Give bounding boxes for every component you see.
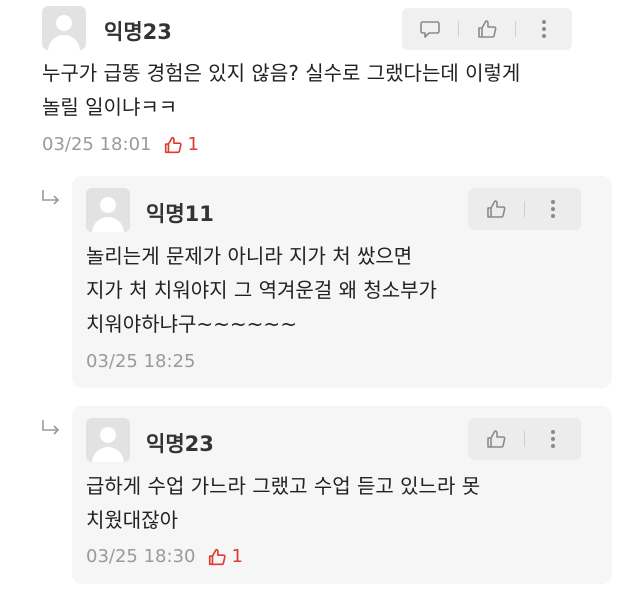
comment-actions: [402, 8, 572, 50]
reply-item: 익명11 놀리는게 문제가 아니라 지가 처 쌌으면 지가 처 치워야지 그 역…: [72, 176, 612, 388]
comment-meta: 03/25 18:01 1: [42, 134, 199, 155]
speech-bubble-icon: [420, 21, 440, 38]
reply-text-line: 지가 처 치워야지 그 역겨운걸 왜 청소부가: [86, 278, 437, 302]
reply-arrow-icon: [42, 190, 60, 205]
reply-text-line: 치웠대잖아: [86, 508, 178, 532]
like-button[interactable]: [459, 8, 515, 50]
more-vertical-icon: [551, 430, 555, 448]
author-name[interactable]: 익명23: [104, 16, 172, 46]
reply-meta: 03/25 18:25: [86, 351, 195, 372]
timestamp: 03/25 18:25: [86, 351, 196, 372]
avatar[interactable]: [42, 6, 86, 50]
reply-meta: 03/25 18:30 1: [86, 546, 243, 567]
avatar[interactable]: [86, 418, 130, 462]
like-count[interactable]: 1: [207, 546, 243, 567]
like-button[interactable]: [468, 188, 524, 230]
thumbs-up-icon: [209, 548, 227, 565]
reply-text-line: 치워야하냐구~~~~~~: [86, 312, 297, 336]
reply-text-line: 급하게 수업 가느라 그랬고 수업 듣고 있느라 못: [86, 474, 481, 498]
thumbs-up-icon: [487, 200, 506, 218]
more-vertical-icon: [542, 20, 546, 38]
avatar[interactable]: [86, 188, 130, 232]
comment-text-line: 누구가 급똥 경험은 있지 않음? 실수로 그랬다는데 이렇게: [42, 61, 521, 85]
reply-actions: [468, 418, 581, 460]
reply-text-line: 놀리는게 문제가 아니라 지가 처 쌌으면: [86, 244, 413, 268]
more-vertical-icon: [551, 200, 555, 218]
more-button[interactable]: [525, 418, 581, 460]
more-button[interactable]: [525, 188, 581, 230]
thumbs-up-icon: [478, 20, 497, 38]
reply-button[interactable]: [402, 8, 458, 50]
more-button[interactable]: [516, 8, 572, 50]
thumbs-up-icon: [165, 136, 183, 153]
reply-item: 익명23 급하게 수업 가느라 그랬고 수업 듣고 있느라 못 치웠대잖아 03…: [72, 406, 612, 584]
like-count-value: 1: [187, 134, 199, 155]
author-name[interactable]: 익명23: [146, 428, 214, 458]
author-name[interactable]: 익명11: [146, 198, 214, 228]
like-button[interactable]: [468, 418, 524, 460]
like-count-value: 1: [231, 546, 243, 567]
reply-actions: [468, 188, 581, 230]
like-count[interactable]: 1: [163, 134, 199, 155]
timestamp: 03/25 18:30: [86, 546, 196, 567]
comment-text-line: 놀릴 일이냐ㅋㅋ: [42, 95, 178, 119]
comment-item: 익명23 누구가 급똥 경험은 있지 않음? 실수로 그랬다는데 이렇게 놀릴 …: [0, 0, 640, 165]
thumbs-up-icon: [487, 430, 506, 448]
timestamp: 03/25 18:01: [42, 134, 152, 155]
reply-arrow-icon: [42, 420, 60, 435]
